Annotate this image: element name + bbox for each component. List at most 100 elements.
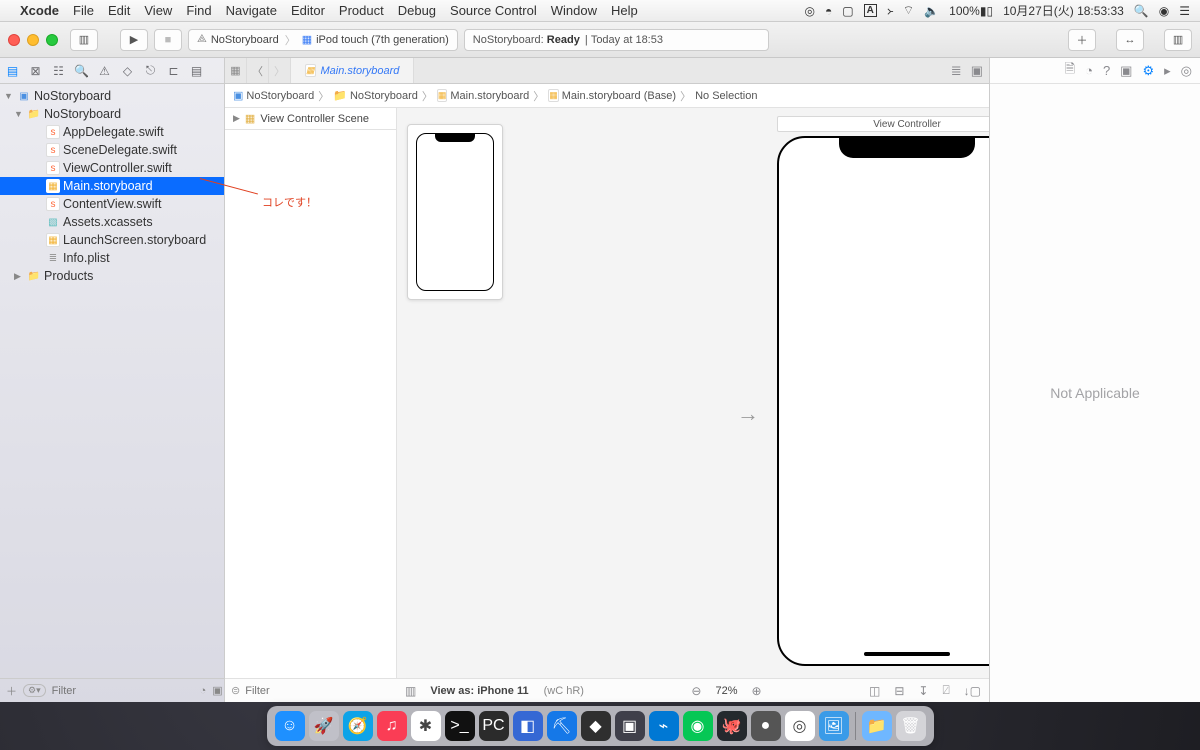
pin-button[interactable]: ⊟ — [894, 684, 904, 698]
status-icon[interactable]: ◓ — [825, 4, 832, 18]
clock[interactable]: 10月27日(火) 18:53:33 — [1003, 2, 1124, 19]
code-review-button[interactable]: ↔ — [1116, 29, 1144, 51]
zoom-window-button[interactable] — [46, 34, 58, 46]
library-button[interactable]: ＋ — [1068, 29, 1096, 51]
connections-inspector-tab[interactable]: ◎ — [1181, 63, 1192, 79]
spotlight-icon[interactable]: 🔍 — [1134, 4, 1149, 18]
dock-app-vscode[interactable]: ⌁ — [649, 711, 679, 741]
dock-app-foo1[interactable]: ◧ — [513, 711, 543, 741]
attributes-inspector-tab[interactable]: ⚙ — [1142, 63, 1154, 79]
editor-tab[interactable]: ▦ Main.storyboard — [291, 58, 414, 83]
file-row[interactable]: sViewController.swift — [0, 159, 224, 177]
dock-app-pycharm[interactable]: PC — [479, 711, 509, 741]
identity-inspector-tab[interactable]: ▣ — [1120, 63, 1132, 79]
menu-navigate[interactable]: Navigate — [226, 3, 277, 18]
wifi-icon[interactable]: ⌔ — [903, 3, 914, 18]
find-navigator-tab[interactable]: 🔍 — [73, 64, 90, 78]
zoom-out-button[interactable]: ⊖ — [691, 684, 701, 698]
view-as-control[interactable]: View as: iPhone 11 (wC hR) — [430, 685, 584, 697]
volume-icon[interactable]: 🔈 — [924, 4, 939, 18]
dock-folder[interactable]: 📁 — [862, 711, 892, 741]
project-group[interactable]: ▼📁NoStoryboard — [0, 105, 224, 123]
outline-scene-row[interactable]: ▶ ▦ View Controller Scene — [225, 108, 396, 130]
menu-product[interactable]: Product — [339, 3, 384, 18]
status-icon[interactable]: ◎ — [805, 4, 815, 18]
resolve-issues-button[interactable]: ↧ — [918, 684, 928, 698]
menu-find[interactable]: Find — [186, 3, 211, 18]
menu-view[interactable]: View — [144, 3, 172, 18]
help-inspector-tab[interactable]: ? — [1103, 63, 1110, 78]
products-group[interactable]: ▶📁Products — [0, 267, 224, 285]
dock-app-foo2[interactable]: ◆ — [581, 711, 611, 741]
dock-app-xcode[interactable]: ⛏ — [547, 711, 577, 741]
scm-filter-icon[interactable]: ▣ — [212, 684, 222, 697]
test-navigator-tab[interactable]: ◇ — [119, 64, 136, 78]
toggle-outline-button[interactable]: ▥ — [405, 684, 416, 698]
scene-thumbnail[interactable] — [407, 124, 503, 300]
embed-in-button[interactable]: ↓▢ — [964, 684, 981, 698]
menu-file[interactable]: File — [73, 3, 94, 18]
project-root[interactable]: ▼▣NoStoryboard — [0, 87, 224, 105]
editor-option-icon[interactable]: ≣ — [951, 63, 962, 79]
siri-icon[interactable]: ◉ — [1159, 4, 1169, 18]
view-controller-canvas[interactable] — [777, 136, 989, 666]
jump-bar[interactable]: ▣NoStoryboard〉 📁NoStoryboard〉 ▦Main.stor… — [225, 84, 989, 108]
menu-window[interactable]: Window — [551, 3, 597, 18]
breakpoint-navigator-tab[interactable]: ⊏ — [165, 64, 182, 78]
zoom-level[interactable]: 72% — [715, 685, 737, 697]
dock-app-finder[interactable]: ☺ — [275, 711, 305, 741]
embed-button[interactable]: ⍁ — [942, 683, 949, 698]
source-control-navigator-tab[interactable]: ⊠ — [27, 64, 44, 78]
history-inspector-tab[interactable]: ◔ — [1085, 63, 1093, 78]
dock-app-foo3[interactable]: ▣ — [615, 711, 645, 741]
align-button[interactable]: ◫ — [869, 684, 880, 698]
dock-trash[interactable]: 🗑 — [896, 711, 926, 741]
status-icon[interactable]: ▢ — [842, 4, 853, 18]
menu-source-control[interactable]: Source Control — [450, 3, 537, 18]
menu-help[interactable]: Help — [611, 3, 638, 18]
report-navigator-tab[interactable]: ▤ — [188, 64, 205, 78]
menu-debug[interactable]: Debug — [398, 3, 436, 18]
dock-app-slack[interactable]: ✱ — [411, 711, 441, 741]
file-inspector-tab[interactable]: 🗎 — [1065, 60, 1075, 82]
filter-scope-button[interactable]: ⚙▾ — [23, 684, 46, 697]
app-menu[interactable]: Xcode — [20, 3, 59, 18]
file-row-selected[interactable]: ▦Main.storyboard — [0, 177, 224, 195]
scheme-selector[interactable]: ⟁ NoStoryboard 〉 ▦ iPod touch (7th gener… — [188, 29, 458, 51]
outline-filter-input[interactable] — [245, 685, 391, 697]
minimize-window-button[interactable] — [27, 34, 39, 46]
close-window-button[interactable] — [8, 34, 20, 46]
zoom-in-button[interactable]: ⊕ — [752, 684, 762, 698]
bluetooth-icon[interactable]: ᚛ — [887, 4, 893, 18]
status-icon[interactable]: A — [864, 4, 877, 17]
navigator-filter-input[interactable] — [52, 685, 194, 697]
add-button[interactable]: ＋ — [6, 683, 17, 699]
interface-builder-canvas[interactable]: View Controller → — [397, 108, 989, 702]
run-button[interactable]: ▶ — [120, 29, 148, 51]
project-navigator-tab[interactable]: ▤ — [4, 64, 21, 78]
dock-app-terminal[interactable]: >_ — [445, 711, 475, 741]
file-row[interactable]: sContentView.swift — [0, 195, 224, 213]
file-row[interactable]: ≣Info.plist — [0, 249, 224, 267]
size-inspector-tab[interactable]: ▸ — [1164, 63, 1171, 79]
symbol-navigator-tab[interactable]: ☷ — [50, 64, 67, 78]
file-row[interactable]: ▦LaunchScreen.storyboard — [0, 231, 224, 249]
related-items-button[interactable]: ▦ — [225, 58, 247, 83]
battery-status[interactable]: 100% ▮▯ — [949, 4, 993, 18]
dock-app-safari[interactable]: 🧭 — [343, 711, 373, 741]
dock-app-music[interactable]: ♫ — [377, 711, 407, 741]
issue-navigator-tab[interactable]: ⚠ — [96, 64, 113, 78]
toggle-inspector-button[interactable]: ▥ — [1164, 29, 1192, 51]
dock-app-foo4[interactable]: ● — [751, 711, 781, 741]
dock-app-github[interactable]: 🐙 — [717, 711, 747, 741]
dock-app-line[interactable]: ◉ — [683, 711, 713, 741]
view-controller-title[interactable]: View Controller — [777, 116, 989, 132]
adjust-editor-icon[interactable]: ▣ — [971, 63, 983, 79]
file-row[interactable]: ▧Assets.xcassets — [0, 213, 224, 231]
stop-button[interactable]: ■ — [154, 29, 182, 51]
menu-edit[interactable]: Edit — [108, 3, 130, 18]
nav-forward-button[interactable]: 〉 — [269, 58, 291, 83]
recent-filter-icon[interactable]: ◔ — [200, 685, 207, 697]
notification-center-icon[interactable]: ☰ — [1179, 4, 1190, 18]
toggle-navigator-button[interactable]: ▥ — [70, 29, 98, 51]
